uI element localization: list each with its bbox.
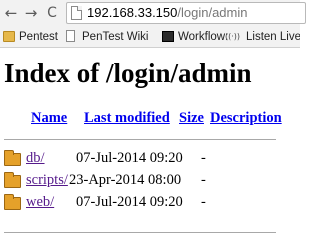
folder-icon xyxy=(3,31,15,42)
entry-name-link[interactable]: db/ xyxy=(26,150,45,167)
entry-size: - xyxy=(201,194,206,210)
entry-modified: 07-Jul-2014 09:20 xyxy=(76,150,183,166)
bookmark-label: Pentest xyxy=(19,31,58,43)
column-header-last-modified[interactable]: Last modified xyxy=(84,110,170,127)
url-text: 192.168.33.150/login/admin xyxy=(87,3,247,23)
entry-name-link[interactable]: scripts/ xyxy=(26,172,68,189)
table-row: scripts/ 23-Apr-2014 08:00 - xyxy=(0,171,300,193)
page-icon xyxy=(66,30,75,42)
url-path: /login/admin xyxy=(177,5,248,20)
folder-icon xyxy=(4,194,21,210)
entry-size: - xyxy=(201,150,206,166)
folder-icon xyxy=(4,150,21,166)
bookmark-label: Workflow: xyxy=(178,31,229,43)
entry-size: - xyxy=(201,172,206,188)
column-header-name[interactable]: Name xyxy=(31,110,67,127)
back-arrow-icon[interactable]: ← xyxy=(3,5,19,21)
divider xyxy=(4,232,276,233)
column-header-description[interactable]: Description xyxy=(210,110,282,127)
entry-modified: 23-Apr-2014 08:00 xyxy=(69,172,182,188)
column-header-size[interactable]: Size xyxy=(179,110,204,127)
browser-toolbar: ← → C 192.168.33.150/login/admin xyxy=(0,0,306,26)
table-row: db/ 07-Jul-2014 09:20 - xyxy=(0,149,300,171)
bookmark-label: PenTest Wiki xyxy=(82,31,149,43)
forward-arrow-icon[interactable]: → xyxy=(23,5,39,21)
folder-icon xyxy=(4,172,21,188)
url-host: 192.168.33.150 xyxy=(87,5,178,20)
reload-icon[interactable]: C xyxy=(44,5,60,21)
table-row: web/ 07-Jul-2014 09:20 - xyxy=(0,193,300,215)
bookmark-label: Listen Live - xyxy=(246,31,300,43)
wifi-icon: ((·)) xyxy=(225,32,241,41)
page-icon xyxy=(71,6,82,20)
entry-modified: 07-Jul-2014 09:20 xyxy=(76,194,183,210)
terminal-icon xyxy=(162,31,174,42)
bookmarks-bar: Pentest PenTest Wiki Workflow: ((·)) Lis… xyxy=(0,26,300,48)
page-title: Index of /login/admin xyxy=(4,58,252,88)
address-bar[interactable]: 192.168.33.150/login/admin xyxy=(66,2,306,24)
divider xyxy=(4,139,276,140)
entry-name-link[interactable]: web/ xyxy=(26,194,54,211)
